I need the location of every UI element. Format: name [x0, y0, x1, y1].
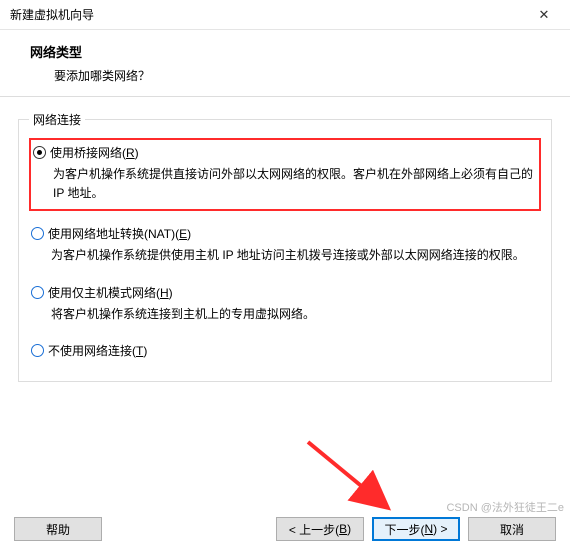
option-hostonly[interactable]: 使用仅主机模式网络(H) 将客户机操作系统连接到主机上的专用虚拟网络。 — [29, 280, 541, 328]
option-nat-desc: 为客户机操作系统提供使用主机 IP 地址访问主机拨号连接或外部以太网网络连接的权… — [31, 246, 537, 265]
page-subtitle: 要添加哪类网络？ — [30, 67, 560, 84]
option-none[interactable]: 不使用网络连接(T) — [29, 338, 541, 363]
watermark: CSDN @法外狂徒王二e — [446, 499, 564, 515]
group-legend: 网络连接 — [29, 111, 85, 128]
option-bridged-label: 使用桥接网络(R) — [50, 144, 139, 161]
help-button[interactable]: 帮助 — [14, 517, 102, 541]
option-nat-label: 使用网络地址转换(NAT)(E) — [48, 225, 191, 242]
radio-none[interactable] — [31, 344, 44, 357]
network-group: 网络连接 使用桥接网络(R) 为客户机操作系统提供直接访问外部以太网网络的权限。… — [18, 111, 552, 382]
option-hostonly-label: 使用仅主机模式网络(H) — [48, 284, 173, 301]
annotation-arrow — [300, 434, 410, 524]
wizard-footer: 帮助 < 上一步(B) 下一步(N) > 取消 — [0, 517, 570, 541]
wizard-header: 网络类型 要添加哪类网络？ — [0, 30, 570, 97]
option-bridged-desc: 为客户机操作系统提供直接访问外部以太网网络的权限。客户机在外部网络上必须有自己的… — [33, 165, 535, 203]
close-button[interactable]: ✕ — [524, 1, 564, 29]
page-title: 网络类型 — [30, 42, 560, 61]
close-icon: ✕ — [539, 7, 550, 23]
cancel-button[interactable]: 取消 — [468, 517, 556, 541]
option-nat[interactable]: 使用网络地址转换(NAT)(E) 为客户机操作系统提供使用主机 IP 地址访问主… — [29, 221, 541, 269]
option-hostonly-desc: 将客户机操作系统连接到主机上的专用虚拟网络。 — [31, 305, 537, 324]
next-button[interactable]: 下一步(N) > — [372, 517, 460, 541]
option-none-label: 不使用网络连接(T) — [48, 342, 147, 359]
radio-bridged[interactable] — [33, 146, 46, 159]
window-title: 新建虚拟机向导 — [10, 6, 524, 23]
option-bridged[interactable]: 使用桥接网络(R) 为客户机操作系统提供直接访问外部以太网网络的权限。客户机在外… — [29, 138, 541, 211]
radio-hostonly[interactable] — [31, 286, 44, 299]
content-area: 网络连接 使用桥接网络(R) 为客户机操作系统提供直接访问外部以太网网络的权限。… — [0, 97, 570, 392]
titlebar: 新建虚拟机向导 ✕ — [0, 0, 570, 30]
back-button[interactable]: < 上一步(B) — [276, 517, 364, 541]
radio-nat[interactable] — [31, 227, 44, 240]
